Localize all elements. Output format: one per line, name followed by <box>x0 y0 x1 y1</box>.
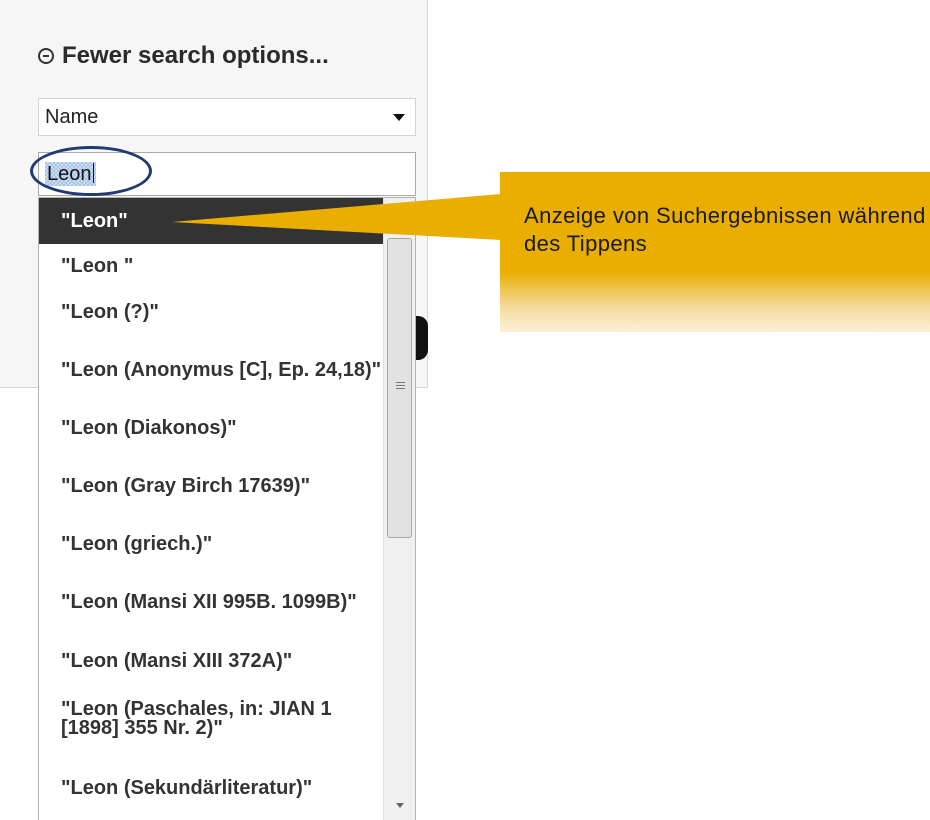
search-field-selected-value: Name <box>45 105 99 128</box>
autocomplete-item[interactable]: "Leon " <box>39 244 383 289</box>
fewer-options-toggle[interactable]: Fewer search options... <box>38 36 329 76</box>
caret-down-icon <box>393 114 405 121</box>
fewer-options-label: Fewer search options... <box>62 42 329 69</box>
scrollbar-grip-icon <box>396 382 405 391</box>
autocomplete-item[interactable]: "Leon (Paschales, in: JIAN 1 [1898] 355 … <box>39 684 383 754</box>
autocomplete-item[interactable]: "Leon (?)" <box>39 289 383 335</box>
callout-box: Anzeige von Suchergebnissen während des … <box>500 172 930 332</box>
autocomplete-item[interactable]: "Leon (Mansi XII 995B. 1099B)" <box>39 567 383 638</box>
autocomplete-item[interactable]: "Leon (griech.)" <box>39 521 383 567</box>
autocomplete-item[interactable]: "Leon (Sekundärliteratur)" <box>39 754 383 820</box>
autocomplete-item[interactable]: "Leon (Anonymus [C], Ep. 24,18)" <box>39 335 383 405</box>
autocomplete-item[interactable]: "Leon (Gray Birch 17639)" <box>39 452 383 521</box>
search-input[interactable]: Leon <box>38 152 416 196</box>
autocomplete-list: "Leon" "Leon " "Leon (?)" "Leon (Anonymu… <box>39 198 383 820</box>
text-cursor <box>92 163 94 183</box>
search-field-select[interactable]: Name <box>38 98 416 136</box>
dropdown-scrollbar[interactable] <box>383 198 415 820</box>
search-input-value: Leon <box>45 162 96 186</box>
autocomplete-item[interactable]: "Leon (Diakonos)" <box>39 405 383 452</box>
collapse-circle-minus-icon <box>38 48 54 64</box>
scrollbar-thumb[interactable] <box>387 238 412 538</box>
callout-text: Anzeige von Suchergebnissen während des … <box>524 203 926 256</box>
autocomplete-item[interactable]: "Leon (Mansi XIII 372A)" <box>39 638 383 684</box>
autocomplete-item[interactable]: "Leon" <box>39 198 383 244</box>
autocomplete-dropdown: "Leon" "Leon " "Leon (?)" "Leon (Anonymu… <box>38 197 416 820</box>
scroll-down-arrow-icon[interactable] <box>396 803 404 808</box>
